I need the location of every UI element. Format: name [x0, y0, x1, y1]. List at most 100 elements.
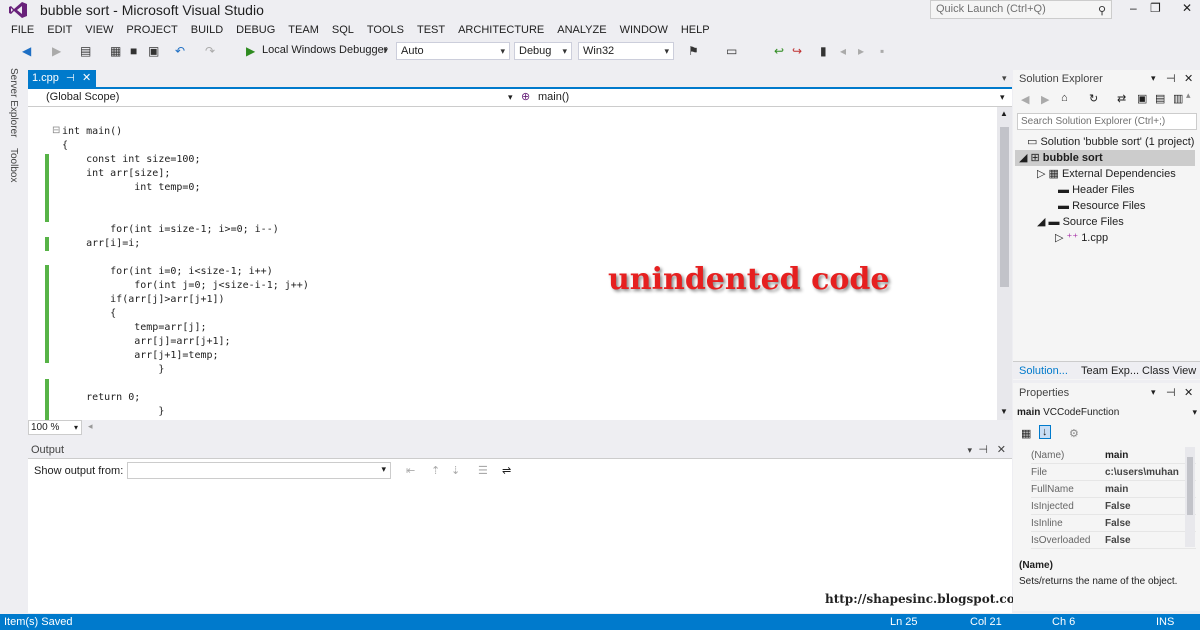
- pin-icon[interactable]: ⊣: [1166, 386, 1176, 399]
- tree-solution[interactable]: ▭ Solution 'bubble sort' (1 project): [1027, 134, 1194, 150]
- start-debug-icon[interactable]: ▶: [246, 44, 255, 58]
- tree-source-files[interactable]: ◢ ▬ Source Files: [1037, 214, 1124, 230]
- bookmark-icon[interactable]: ▮: [820, 44, 827, 58]
- forward-icon[interactable]: ▶: [52, 44, 61, 58]
- next-message-icon[interactable]: ⇣: [451, 464, 460, 477]
- property-row[interactable]: IsInjected False: [1031, 498, 1196, 515]
- tree-resource-files[interactable]: ▬ Resource Files: [1058, 198, 1145, 214]
- forward-icon[interactable]: ▶: [1041, 93, 1049, 106]
- pin-icon[interactable]: ⊣: [978, 442, 988, 458]
- panel-menu-icon[interactable]: ▾: [967, 442, 972, 458]
- clear-all-icon[interactable]: ☰: [478, 464, 488, 477]
- word-wrap-icon[interactable]: ⇌: [502, 464, 511, 477]
- alphabetical-icon[interactable]: ↓: [1039, 425, 1051, 439]
- new-project-icon[interactable]: ▤: [80, 44, 91, 58]
- property-row[interactable]: File c:\users\muhan: [1031, 464, 1196, 481]
- platform-select[interactable]: Win32 ▾: [578, 42, 674, 60]
- menu-project[interactable]: PROJECT: [121, 24, 185, 36]
- menu-build[interactable]: BUILD: [186, 24, 231, 36]
- home-icon[interactable]: ⌂: [1061, 92, 1068, 104]
- close-icon[interactable]: ✕: [1184, 386, 1193, 399]
- menu-file[interactable]: FILE: [6, 24, 42, 36]
- editor-vertical-scrollbar[interactable]: ▲ ▼: [997, 107, 1012, 420]
- debugger-button[interactable]: Local Windows Debugger ▾: [258, 42, 392, 60]
- scroll-thumb[interactable]: [1187, 457, 1193, 515]
- refresh-icon[interactable]: ⇄: [1117, 92, 1126, 105]
- server-explorer-tab[interactable]: Server Explorer: [8, 68, 19, 137]
- quick-launch-input[interactable]: Quick Launch (Ctrl+Q) ⚲: [930, 0, 1112, 19]
- menu-tools[interactable]: TOOLS: [362, 24, 412, 36]
- panel-menu-icon[interactable]: ▾: [1151, 73, 1156, 84]
- tree-file-1cpp[interactable]: ▷ ⁺⁺ 1.cpp: [1055, 230, 1108, 246]
- auto-select[interactable]: Auto ▾: [396, 42, 510, 60]
- open-file-icon[interactable]: ▦: [110, 44, 121, 58]
- categorized-icon[interactable]: ▦: [1021, 427, 1031, 440]
- menu-analyze[interactable]: ANALYZE: [552, 24, 614, 36]
- menu-help[interactable]: HELP: [676, 24, 718, 36]
- redo-icon[interactable]: ↷: [205, 44, 215, 58]
- object-select[interactable]: main VCCodeFunction ▾: [1017, 404, 1199, 421]
- scroll-down-icon[interactable]: ▼: [1000, 407, 1008, 416]
- property-row[interactable]: (Name) main: [1031, 447, 1196, 464]
- align-icon[interactable]: ▭: [726, 44, 737, 58]
- tree-header-files[interactable]: ▬ Header Files: [1058, 182, 1134, 198]
- prev-message-icon[interactable]: ⇡: [431, 464, 440, 477]
- tab-1cpp[interactable]: 1.cpp ⊣ ✕: [28, 70, 96, 87]
- search-icon[interactable]: ⚲: [1098, 3, 1106, 20]
- toolbox-tab[interactable]: Toolbox: [8, 148, 19, 182]
- back-icon[interactable]: ◀: [22, 44, 31, 58]
- close-button[interactable]: ✕: [1182, 1, 1192, 15]
- scroll-thumb[interactable]: [1000, 127, 1009, 287]
- find-in-files-icon[interactable]: ⚑: [688, 44, 699, 58]
- pin-icon[interactable]: ⊣: [66, 70, 75, 87]
- comment-icon[interactable]: ↩: [774, 44, 784, 58]
- property-row[interactable]: IsInline False: [1031, 515, 1196, 532]
- properties-icon[interactable]: ▥: [1173, 92, 1183, 105]
- next-bookmark-icon[interactable]: ▸: [858, 44, 864, 58]
- tree-external-deps[interactable]: ▷ ▦ External Dependencies: [1037, 166, 1176, 182]
- sync-icon[interactable]: ↻: [1089, 92, 1098, 105]
- tab-class-view[interactable]: Class View: [1142, 362, 1196, 380]
- maximize-button[interactable]: ❐: [1150, 1, 1161, 15]
- configuration-select[interactable]: Debug ▾: [514, 42, 572, 60]
- collapse-icon[interactable]: ⊟: [52, 125, 60, 136]
- scope-select[interactable]: (Global Scope): [46, 89, 516, 106]
- chevron-down-icon[interactable]: ▾: [1000, 89, 1005, 106]
- chevron-down-icon[interactable]: ▾: [508, 89, 513, 106]
- minimize-button[interactable]: –: [1130, 1, 1137, 15]
- back-icon[interactable]: ◀: [1021, 93, 1029, 106]
- menu-view[interactable]: VIEW: [80, 24, 121, 36]
- show-all-files-icon[interactable]: ▤: [1155, 92, 1165, 105]
- scroll-left-icon[interactable]: ◂: [88, 421, 93, 432]
- member-select[interactable]: main(): [538, 89, 998, 106]
- close-icon[interactable]: ✕: [1184, 72, 1193, 85]
- scroll-up-icon[interactable]: ▲: [1000, 109, 1008, 118]
- tab-dropdown-icon[interactable]: ▾: [1002, 73, 1007, 84]
- menu-sql[interactable]: SQL: [327, 24, 362, 36]
- prev-bookmark-icon[interactable]: ◂: [840, 44, 846, 58]
- output-panel[interactable]: Show output from: ▾ ⇤ ⇡ ⇣ ☰ ⇌: [28, 458, 1012, 613]
- save-all-icon[interactable]: ▣: [148, 44, 159, 58]
- menu-team[interactable]: TEAM: [283, 24, 327, 36]
- zoom-select[interactable]: 100 % ▾: [28, 420, 82, 435]
- property-row[interactable]: FullName main: [1031, 481, 1196, 498]
- menu-architecture[interactable]: ARCHITECTURE: [453, 24, 552, 36]
- panel-menu-icon[interactable]: ▾: [1151, 387, 1156, 398]
- clear-bookmarks-icon[interactable]: ▪: [880, 44, 884, 58]
- menu-debug[interactable]: DEBUG: [231, 24, 283, 36]
- property-pages-icon[interactable]: ⚙: [1069, 427, 1079, 440]
- save-icon[interactable]: ■: [130, 44, 137, 58]
- pin-icon[interactable]: ⊣: [1166, 72, 1176, 85]
- undo-icon[interactable]: ↶: [175, 44, 185, 58]
- tree-project[interactable]: ◢ ⊞ bubble sort: [1015, 150, 1195, 166]
- close-tab-icon[interactable]: ✕: [82, 70, 91, 87]
- tab-team-explorer[interactable]: Team Exp...: [1081, 362, 1139, 380]
- menu-test[interactable]: TEST: [412, 24, 453, 36]
- menu-window[interactable]: WINDOW: [615, 24, 676, 36]
- properties-scrollbar[interactable]: [1185, 447, 1195, 547]
- tab-solution[interactable]: Solution...: [1019, 362, 1068, 380]
- solution-search-input[interactable]: Search Solution Explorer (Ctrl+;): [1017, 113, 1197, 130]
- output-source-select[interactable]: ▾: [127, 462, 391, 479]
- uncomment-icon[interactable]: ↪: [792, 44, 802, 58]
- scroll-up-icon[interactable]: ▴: [1186, 90, 1191, 101]
